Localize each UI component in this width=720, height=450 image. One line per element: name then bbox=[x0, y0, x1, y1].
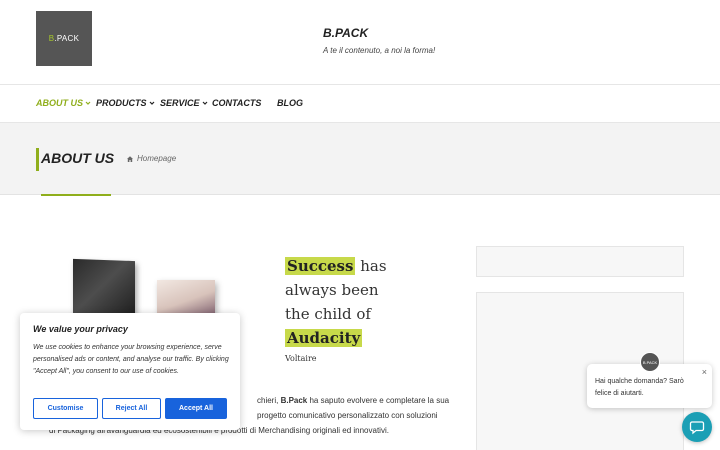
chat-agent-avatar: B.PACK bbox=[640, 352, 660, 372]
nav-item-products[interactable]: PRODUCTS bbox=[96, 98, 155, 108]
quote-line-1: Success has bbox=[285, 257, 387, 275]
breadcrumb-home-link[interactable]: Homepage bbox=[137, 154, 176, 163]
breadcrumb[interactable]: Homepage bbox=[126, 154, 176, 163]
home-icon bbox=[127, 155, 133, 162]
quote-line-3: the child of bbox=[285, 305, 371, 323]
quote-line-2: always been bbox=[285, 281, 379, 299]
site-title[interactable]: B.PACK bbox=[323, 26, 368, 40]
page-banner: ABOUT US Homepage bbox=[0, 123, 720, 195]
accent-bar bbox=[36, 148, 39, 171]
cookie-title: We value your privacy bbox=[33, 324, 128, 334]
page: B.PACK B.PACK A te il contenuto, a noi l… bbox=[0, 0, 720, 450]
site-tagline: A te il contenuto, a noi la forma! bbox=[323, 46, 436, 55]
cookie-description: We use cookies to enhance your browsing … bbox=[33, 344, 229, 375]
nav-item-blog[interactable]: BLOG bbox=[277, 98, 303, 108]
page-title: ABOUT US bbox=[41, 150, 115, 166]
nav-item-service[interactable]: SERVICE bbox=[160, 98, 208, 108]
chat-icon bbox=[689, 421, 705, 435]
customise-button[interactable]: Customise bbox=[33, 398, 98, 419]
quote-highlight-audacity: Audacity bbox=[285, 329, 363, 347]
main-nav: ABOUT US PRODUCTS SERVICE CONTACTS BLOG bbox=[0, 85, 720, 123]
chevron-down-icon bbox=[85, 101, 91, 105]
brand-name: B.Pack bbox=[280, 396, 308, 405]
chevron-down-icon bbox=[202, 101, 207, 105]
reject-all-button[interactable]: Reject All bbox=[102, 398, 161, 419]
cookie-consent-banner: We value your privacy We use cookies to … bbox=[20, 313, 240, 430]
sidebar-widget bbox=[476, 246, 684, 277]
nav-item-contacts[interactable]: CONTACTS bbox=[212, 98, 261, 108]
accept-all-button[interactable]: Accept All bbox=[165, 398, 227, 419]
chat-launcher-button[interactable] bbox=[682, 412, 712, 442]
chat-message: Hai qualche domanda? Sarò felice di aiut… bbox=[595, 378, 684, 397]
logo-text: B.PACK bbox=[48, 34, 80, 43]
site-header: B.PACK B.PACK A te il contenuto, a noi l… bbox=[0, 0, 720, 85]
close-icon[interactable]: × bbox=[702, 367, 707, 377]
chevron-down-icon bbox=[149, 101, 154, 105]
quote-block: Success has always been the child of Aud… bbox=[285, 254, 387, 363]
quote-highlight-success: Success bbox=[285, 257, 356, 275]
site-logo[interactable]: B.PACK bbox=[36, 11, 92, 66]
title-underline bbox=[41, 194, 111, 196]
product-photo-dark bbox=[73, 258, 135, 322]
nav-item-about-us[interactable]: ABOUT US bbox=[36, 98, 91, 108]
quote-line-4: Audacity bbox=[285, 326, 387, 350]
quote-author: Voltaire bbox=[285, 354, 317, 363]
